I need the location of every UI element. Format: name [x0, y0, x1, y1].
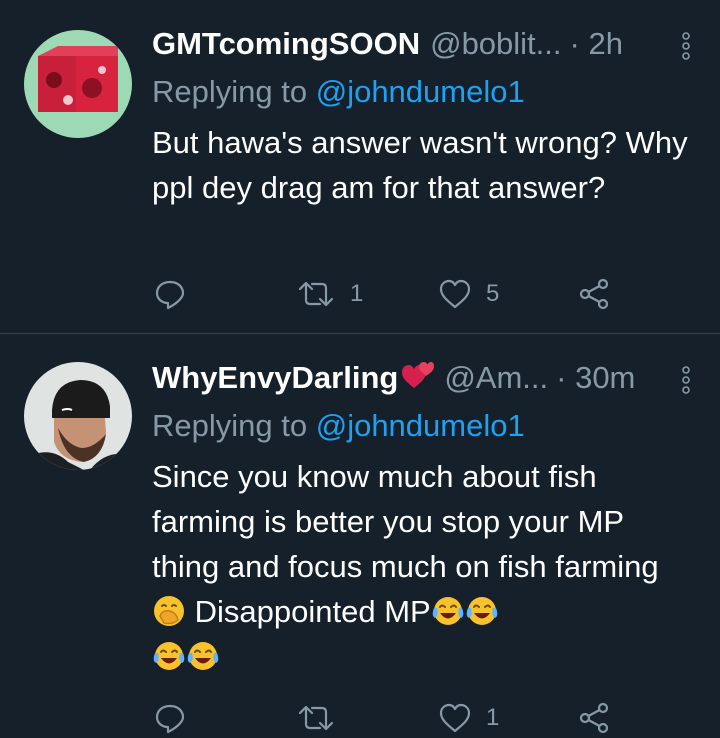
heart-icon [438, 702, 472, 734]
reply-icon [154, 278, 186, 310]
retweet-button[interactable] [296, 698, 350, 738]
display-name[interactable]: WhyEnvyDarling [152, 358, 398, 398]
display-name[interactable]: GMTcomingSOON [152, 24, 420, 64]
mention-link[interactable]: @johndumelo1 [316, 74, 525, 109]
tweet-text: But hawa's answer wasn't wrong? Why ppl … [152, 125, 688, 205]
avatar[interactable] [24, 362, 132, 470]
tweet-text-part: Since you know much about fish farming i… [152, 459, 659, 584]
share-icon [578, 702, 610, 734]
reply-button[interactable] [154, 698, 200, 738]
user-handle[interactable]: @Am... [444, 358, 548, 398]
like-count: 5 [486, 280, 500, 307]
reply-icon [154, 702, 186, 734]
share-button[interactable] [578, 698, 610, 738]
mention-link[interactable]: @johndumelo1 [316, 408, 525, 443]
more-vertical-icon[interactable] [682, 366, 690, 399]
tears-of-joy-emoji [186, 639, 220, 674]
tweet-actions: 1 [152, 698, 622, 738]
share-button[interactable] [578, 274, 610, 314]
replying-prefix: Replying to [152, 74, 308, 109]
user-handle[interactable]: @boblit... [430, 24, 561, 64]
tweet-header: GMTcomingSOON @boblit... · 2h [152, 24, 700, 64]
retweet-count: 1 [350, 280, 364, 307]
replying-to: Replying to @johndumelo1 [152, 72, 525, 112]
like-button[interactable]: 5 [438, 274, 499, 314]
tweet-card[interactable]: WhyEnvyDarling @Am... · 30m Replying to … [0, 334, 720, 736]
like-count: 1 [486, 704, 500, 731]
retweet-icon [296, 278, 336, 310]
tweet-actions: 1 5 [152, 274, 622, 314]
tweet-card[interactable]: GMTcomingSOON @boblit... · 2h Replying t… [0, 0, 720, 334]
replying-prefix: Replying to [152, 408, 308, 443]
tears-of-joy-emoji [152, 639, 186, 674]
tweet-header: WhyEnvyDarling @Am... · 30m [152, 358, 700, 398]
face-with-hand-over-mouth-emoji [152, 594, 186, 629]
tweet-text-part: Disappointed MP [194, 594, 431, 629]
avatar[interactable] [24, 30, 132, 138]
tears-of-joy-emoji [431, 594, 465, 629]
retweet-button[interactable]: 1 [296, 274, 363, 314]
retweet-icon [296, 702, 336, 734]
timestamp[interactable]: · 2h [570, 24, 623, 64]
replying-to: Replying to @johndumelo1 [152, 406, 525, 446]
two-hearts-emoji [400, 358, 435, 398]
more-vertical-icon[interactable] [682, 32, 690, 65]
share-icon [578, 278, 610, 310]
heart-icon [438, 278, 472, 310]
like-button[interactable]: 1 [438, 698, 499, 738]
tears-of-joy-emoji [465, 594, 499, 629]
timestamp[interactable]: · 30m [556, 358, 635, 398]
tweet-text: Since you know much about fish farming i… [152, 454, 692, 679]
reply-button[interactable] [154, 274, 200, 314]
